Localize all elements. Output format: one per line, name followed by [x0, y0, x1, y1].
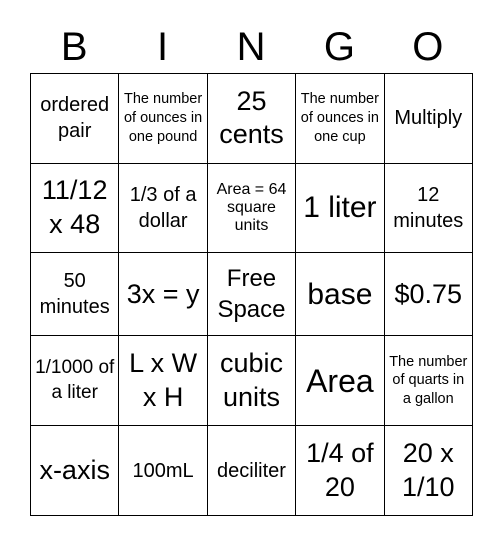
bingo-cell[interactable]: $0.75	[383, 252, 474, 337]
bingo-cell[interactable]: 20 x 1/10	[383, 425, 474, 516]
header-letter-i: I	[157, 25, 169, 69]
bingo-cell[interactable]: Area	[295, 335, 385, 427]
bingo-cell[interactable]: 1/4 of 20	[295, 425, 385, 516]
bingo-cell[interactable]: 12 minutes	[383, 162, 474, 254]
grid-row: 1/1000 of a liter L x W x H cubic units …	[29, 335, 474, 427]
bingo-cell[interactable]: 1/1000 of a liter	[29, 335, 120, 427]
bingo-cell[interactable]: Area = 64 square units	[206, 162, 297, 254]
header-letter-b: B	[60, 25, 88, 69]
bingo-cell[interactable]: cubic units	[206, 335, 297, 427]
bingo-cell[interactable]: 1 liter	[295, 162, 385, 254]
header-letter-g: G	[323, 25, 355, 69]
bingo-cell[interactable]: Multiply	[383, 73, 474, 164]
grid-row: ordered pair The number of ounces in one…	[29, 73, 474, 164]
bingo-cell[interactable]: 3x = y	[118, 252, 208, 337]
grid-row: x-axis 100mL deciliter 1/4 of 20 20 x 1/…	[29, 425, 474, 516]
bingo-header: B I N G O	[30, 22, 472, 72]
bingo-cell[interactable]: 50 minutes	[29, 252, 120, 337]
grid-row: 11/12 x 48 1/3 of a dollar Area = 64 squ…	[29, 162, 474, 254]
bingo-cell[interactable]: 100mL	[118, 425, 208, 516]
bingo-cell[interactable]: ordered pair	[29, 73, 120, 164]
header-letter-n: N	[236, 25, 266, 69]
bingo-cell[interactable]: 1/3 of a dollar	[118, 162, 208, 254]
bingo-cell[interactable]: deciliter	[206, 425, 297, 516]
bingo-cell[interactable]: x-axis	[29, 425, 120, 516]
bingo-cell[interactable]: The number of quarts in a gallon	[383, 335, 474, 427]
bingo-cell[interactable]: base	[295, 252, 385, 337]
bingo-cell[interactable]: 25 cents	[206, 73, 297, 164]
bingo-cell[interactable]: L x W x H	[118, 335, 208, 427]
bingo-cell[interactable]: 11/12 x 48	[29, 162, 120, 254]
bingo-grid: ordered pair The number of ounces in one…	[29, 73, 474, 516]
bingo-cell[interactable]: The number of ounces in one cup	[295, 73, 385, 164]
grid-row: 50 minutes 3x = y Free Space base $0.75	[29, 252, 474, 337]
free-space-cell[interactable]: Free Space	[206, 252, 297, 337]
header-letter-o: O	[412, 25, 444, 69]
bingo-cell[interactable]: The number of ounces in one pound	[118, 73, 208, 164]
